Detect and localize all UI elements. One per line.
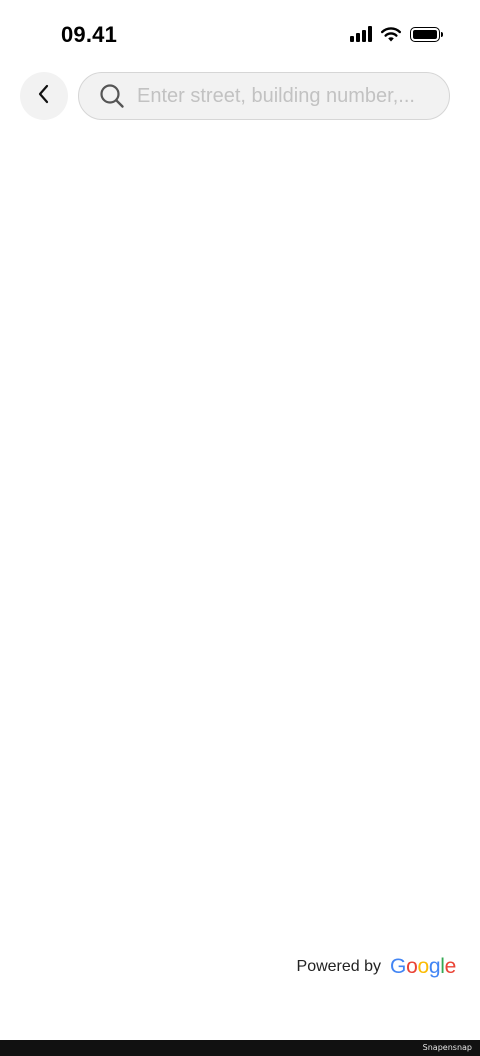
wifi-icon — [380, 26, 402, 42]
cellular-signal-icon — [350, 26, 372, 42]
powered-by-google: Powered by Google — [296, 955, 457, 979]
battery-icon — [410, 26, 443, 42]
search-icon — [99, 83, 125, 109]
bottom-strip: Snapensnap — [0, 1040, 480, 1056]
search-input[interactable] — [137, 84, 427, 108]
chevron-left-icon — [36, 83, 52, 110]
back-button[interactable] — [20, 72, 68, 120]
status-icons — [350, 26, 443, 42]
watermark: Snapensnap — [422, 1043, 472, 1052]
google-logo: Google — [390, 955, 456, 978]
status-bar: 09.41 — [0, 0, 480, 70]
powered-by-label: Powered by — [296, 958, 382, 975]
status-time: 09.41 — [61, 22, 118, 47]
search-field[interactable] — [78, 72, 450, 120]
